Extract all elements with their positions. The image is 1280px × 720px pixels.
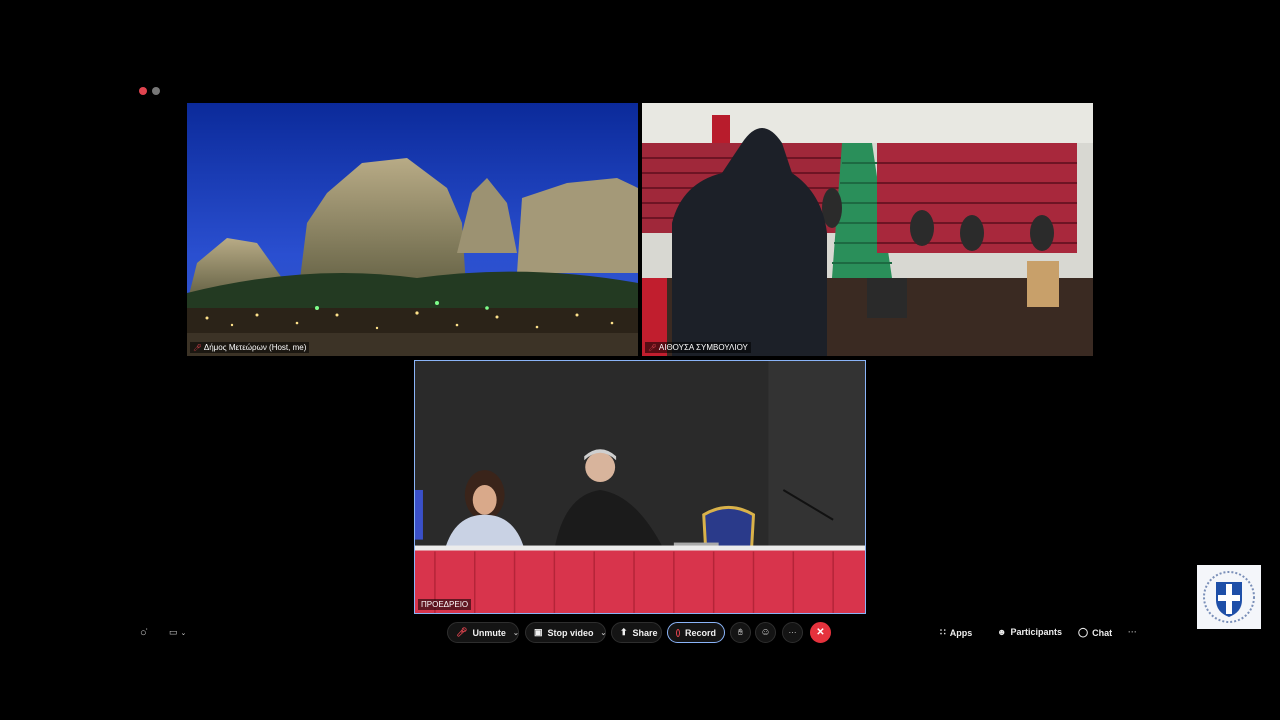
mic-muted-icon: 🎤︎ bbox=[193, 344, 202, 352]
share-screen-icon: ⬆︎ bbox=[620, 627, 628, 637]
apps-icon: ∷ bbox=[940, 627, 946, 637]
leave-x-icon: ✕ bbox=[816, 627, 825, 638]
toolbar-overflow-button[interactable]: ··· bbox=[1128, 627, 1137, 637]
unmute-label: Unmute bbox=[472, 627, 506, 638]
video-tile-hall[interactable]: 🎤︎ ΑΙΘΟΥΣΑ ΣΥΜΒΟΥΛΙΟΥ bbox=[642, 103, 1093, 356]
chat-bubble-icon: ◯ bbox=[1078, 627, 1089, 637]
record-label: Record bbox=[684, 627, 716, 638]
tile-label-hall: 🎤︎ ΑΙΘΟΥΣΑ ΣΥΜΒΟΥΛΙΟΥ bbox=[645, 342, 751, 353]
apps-label: Apps bbox=[949, 627, 973, 638]
more-icon: ··· bbox=[788, 628, 797, 637]
raise-hand-button[interactable]: ✋︎ bbox=[730, 622, 751, 643]
unmute-button[interactable]: 🎤︎ Unmute ⌄ bbox=[447, 622, 519, 643]
leave-meeting-button[interactable]: ✕ bbox=[810, 622, 831, 643]
apps-button[interactable]: ∷ Apps bbox=[940, 627, 972, 638]
reactions-icon: ☺ bbox=[760, 627, 771, 638]
more-options-button[interactable]: ··· bbox=[782, 622, 803, 643]
mic-muted-icon: 🎤︎ bbox=[648, 344, 657, 352]
tile-label-presidium: ΠΡΟΕΔΡΕΙΟ bbox=[418, 599, 472, 610]
chat-button[interactable]: ◯ Chat bbox=[1078, 627, 1112, 638]
tile-name: ΠΡΟΕΔΡΕΙΟ bbox=[421, 600, 469, 609]
participants-label: Participants bbox=[1010, 627, 1063, 637]
layout-button[interactable]: ○̇ bbox=[140, 627, 147, 639]
video-feed-presidium bbox=[415, 361, 865, 613]
share-label: Share bbox=[632, 627, 658, 638]
window-minimize-button[interactable] bbox=[152, 87, 160, 95]
tile-label-host: 🎤︎ Δήμος Μετεώρων (Host, me) bbox=[190, 342, 310, 353]
raise-hand-icon: ✋︎ bbox=[737, 627, 744, 637]
video-camera-icon: ▣ bbox=[534, 627, 543, 637]
participants-icon: ☻︎ bbox=[997, 627, 1007, 637]
coat-of-arms-logo bbox=[1197, 565, 1261, 629]
tile-name: ΑΙΘΟΥΣΑ ΣΥΜΒΟΥΛΙΟΥ bbox=[658, 343, 748, 352]
record-icon bbox=[676, 628, 680, 637]
video-tile-presidium[interactable]: ΠΡΟΕΔΡΕΙΟ bbox=[414, 360, 866, 614]
window-close-button[interactable] bbox=[139, 87, 147, 95]
chevron-down-icon: ⌄ bbox=[512, 629, 519, 637]
stop-video-label: Stop video bbox=[547, 627, 594, 638]
video-tile-host[interactable]: 🎤︎ Δήμος Μετεώρων (Host, me) bbox=[187, 103, 638, 356]
layout-icon: ○̇ bbox=[140, 627, 147, 639]
reactions-button[interactable]: ☺ bbox=[755, 622, 776, 643]
participants-button[interactable]: ☻︎ Participants bbox=[997, 627, 1062, 637]
overflow-icon: ··· bbox=[1128, 627, 1137, 637]
video-feed-meteora bbox=[187, 103, 638, 356]
greek-emblem-icon bbox=[1203, 571, 1255, 623]
stop-video-button[interactable]: ▣ Stop video ⌄ bbox=[525, 622, 606, 643]
chat-label: Chat bbox=[1092, 627, 1113, 638]
record-button[interactable]: Record bbox=[667, 622, 725, 643]
share-button[interactable]: ⬆︎ Share bbox=[611, 622, 662, 643]
mic-muted-icon: 🎤︎ bbox=[456, 627, 468, 637]
tile-name: Δήμος Μετεώρων (Host, me) bbox=[203, 343, 307, 352]
video-feed-council-hall bbox=[642, 103, 1093, 356]
captions-button[interactable]: ▭ ⌄ bbox=[169, 627, 186, 638]
chevron-down-icon: ⌄ bbox=[600, 629, 607, 637]
captions-icon: ▭ bbox=[169, 627, 178, 637]
